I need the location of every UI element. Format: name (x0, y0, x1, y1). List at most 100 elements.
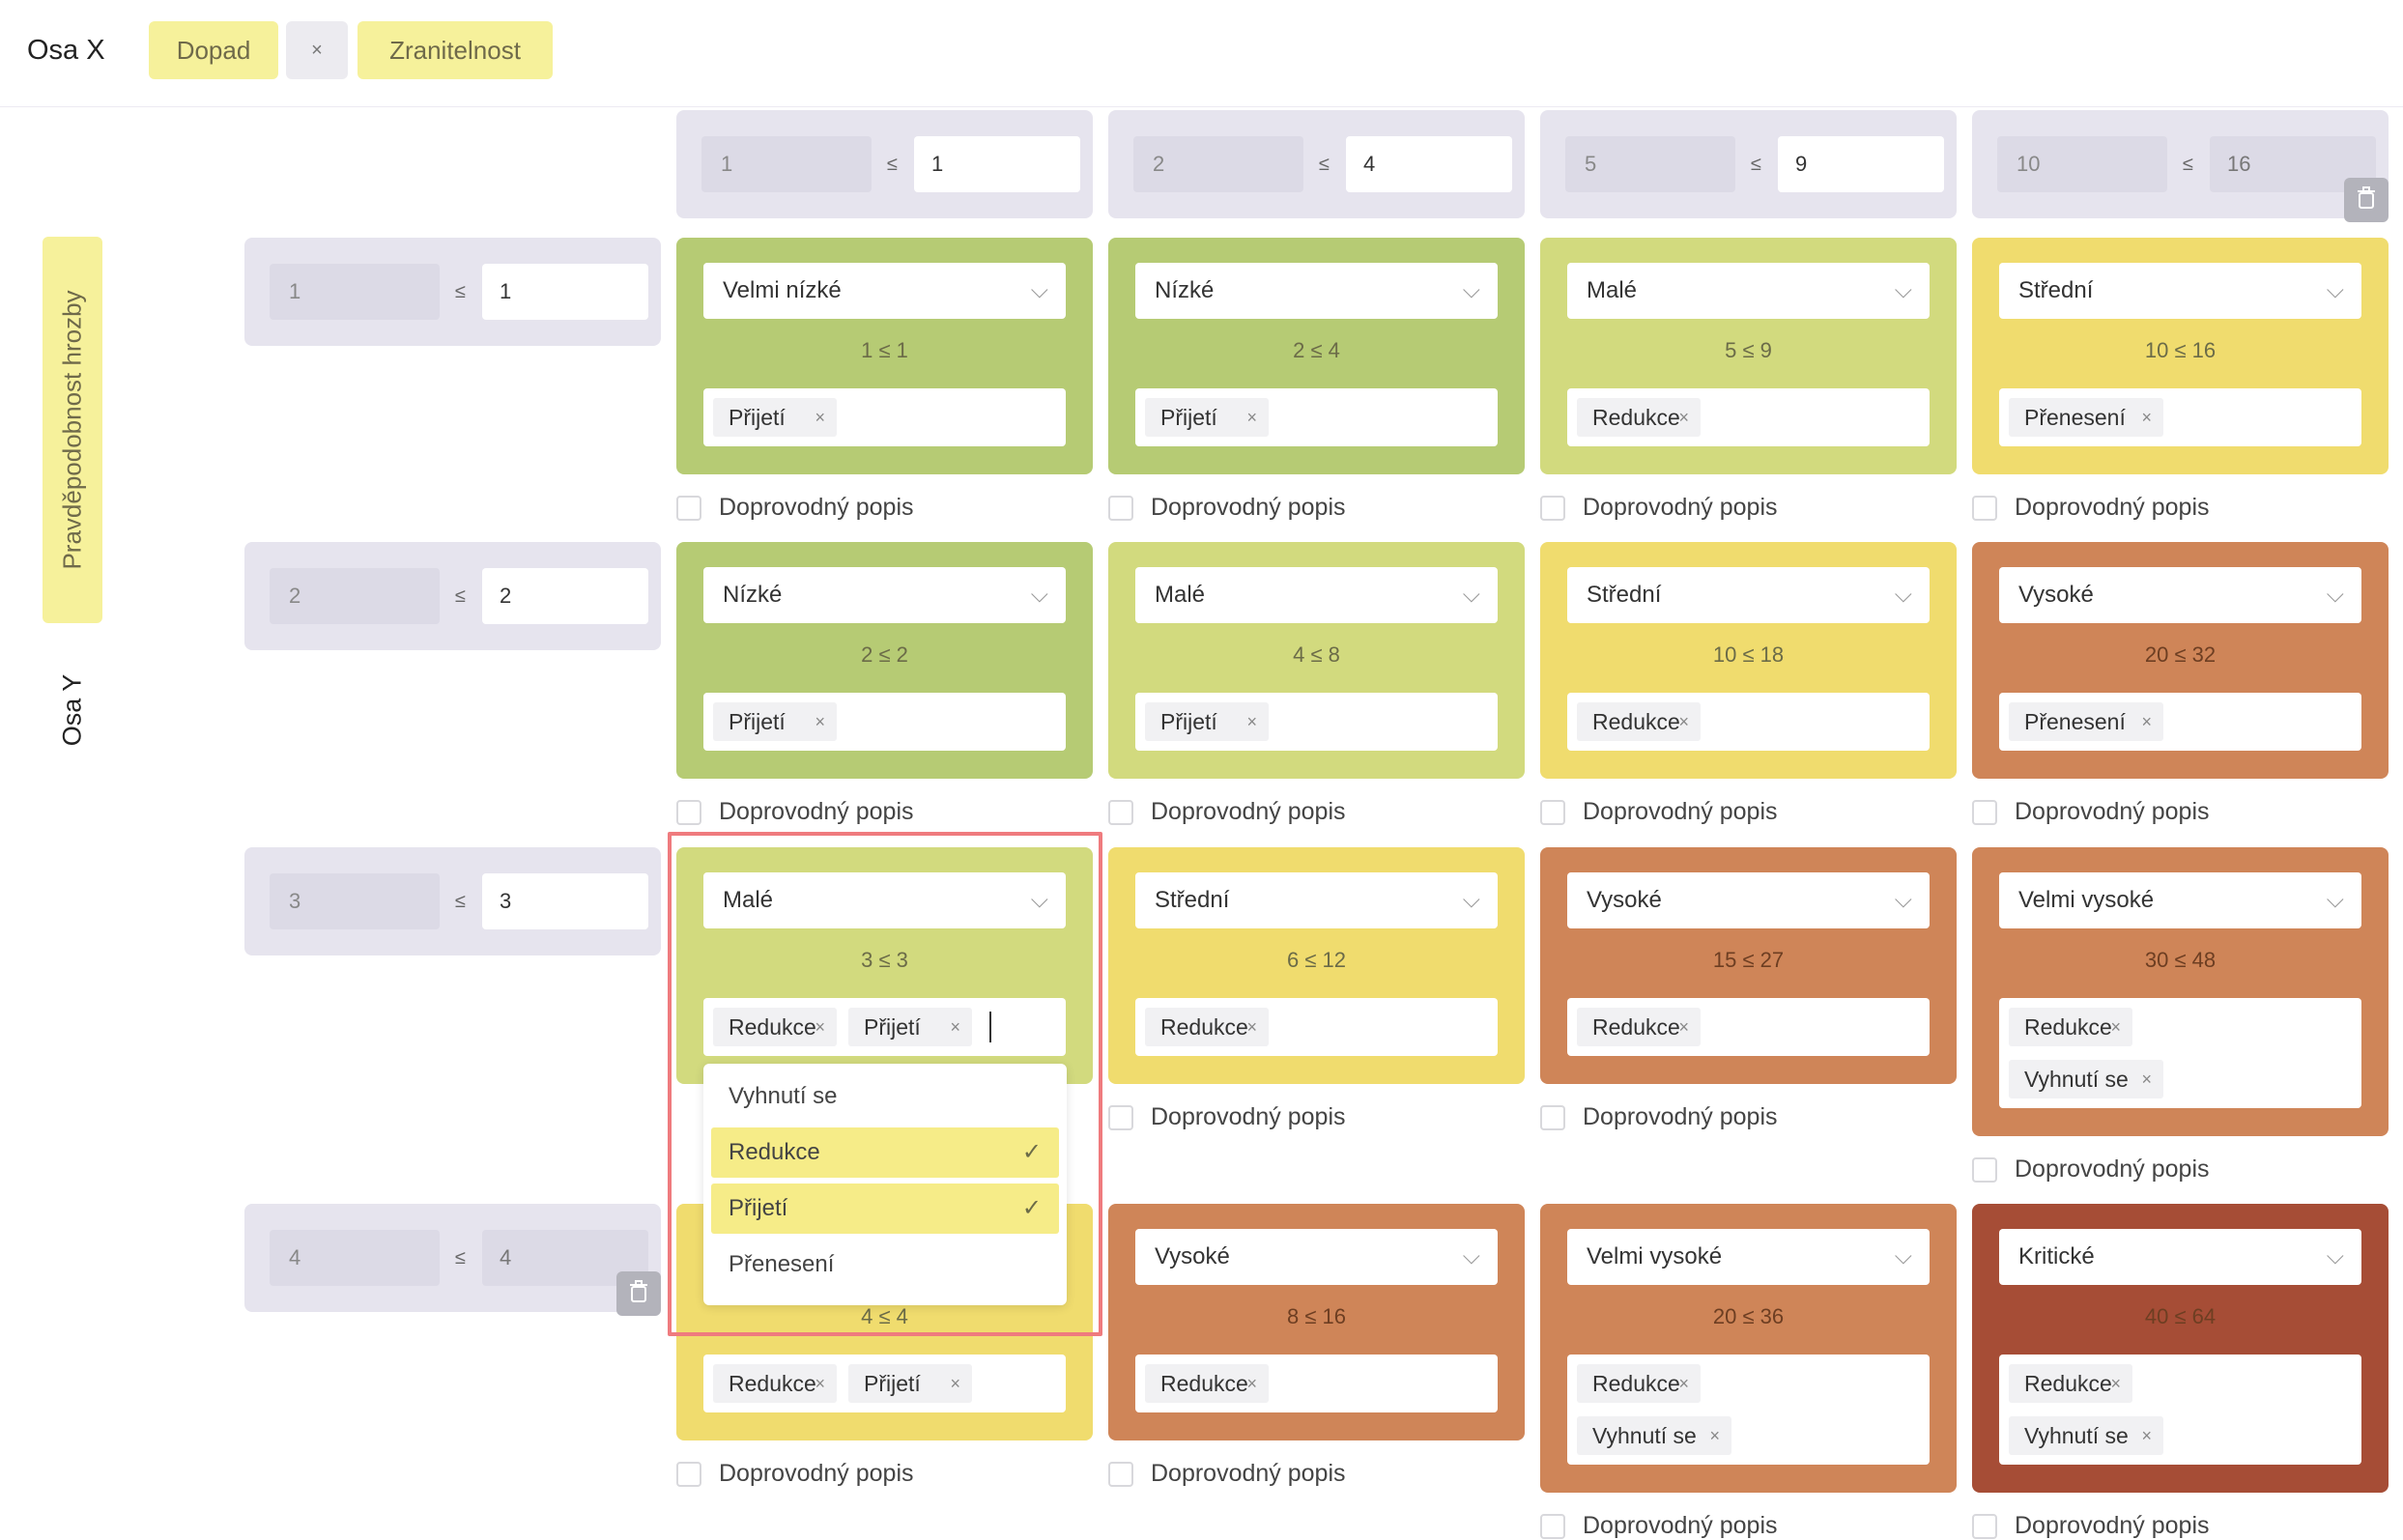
close-icon[interactable]: × (1246, 702, 1257, 741)
measure-tags-input[interactable]: Redukce × Vyhnutí se × (1567, 1355, 1930, 1465)
close-icon[interactable]: × (1678, 702, 1689, 741)
measure-tag-label: Redukce (1160, 1371, 1248, 1396)
close-icon[interactable]: × (1709, 1416, 1720, 1455)
measure-tags-input[interactable]: Přijetí × (1135, 693, 1498, 751)
level-select[interactable]: Vysoké ⌵ (1135, 1229, 1498, 1285)
dropdown-option[interactable]: Vyhnutí se (711, 1071, 1059, 1122)
range-min-input[interactable]: 5 (1565, 136, 1735, 192)
description-checkbox[interactable]: Doprovodný popis (1540, 798, 1778, 826)
description-checkbox[interactable]: Doprovodný popis (1540, 1103, 1778, 1131)
close-icon[interactable]: × (2141, 398, 2152, 437)
range-min-input[interactable]: 10 (1997, 136, 2167, 192)
level-select[interactable]: Kritické ⌵ (1999, 1229, 2361, 1285)
dropdown-option[interactable]: Redukce ✓ (711, 1127, 1059, 1178)
range-max-input[interactable]: 4 (1346, 136, 1512, 192)
range-min-input[interactable]: 4 (270, 1230, 440, 1286)
dropdown-option[interactable]: Přijetí ✓ (711, 1184, 1059, 1234)
measure-tags-input[interactable]: Přijetí × (1135, 388, 1498, 446)
measure-tags-input[interactable]: Redukce × Přijetí × (703, 998, 1066, 1056)
measure-tags-input[interactable]: Redukce × (1135, 998, 1498, 1056)
range-min-input[interactable]: 1 (701, 136, 872, 192)
close-icon[interactable]: × (815, 1364, 825, 1403)
measure-tags-input[interactable]: Přenesení × (1999, 388, 2361, 446)
range-max-input[interactable]: 1 (914, 136, 1080, 192)
measure-tags-input[interactable]: Redukce × (1567, 693, 1930, 751)
close-icon[interactable]: × (815, 1008, 825, 1046)
description-label: Doprovodný popis (2015, 1512, 2210, 1539)
range-max-input[interactable]: 9 (1778, 136, 1944, 192)
measure-tags-input[interactable]: Redukce × (1567, 388, 1930, 446)
measure-tags-input[interactable]: Přijetí × (703, 388, 1066, 446)
chip-dopad[interactable]: Dopad (149, 21, 278, 79)
level-select[interactable]: Malé ⌵ (1135, 567, 1498, 623)
close-icon[interactable]: × (1246, 1364, 1257, 1403)
checkbox-icon (676, 1462, 701, 1487)
measure-tags-input[interactable]: Redukce × (1567, 998, 1930, 1056)
level-select[interactable]: Velmi vysoké ⌵ (1999, 872, 2361, 928)
chip-zranitelnost[interactable]: Zranitelnost (358, 21, 553, 79)
description-label: Doprovodný popis (2015, 1155, 2210, 1183)
description-checkbox[interactable]: Doprovodný popis (1108, 494, 1346, 522)
description-checkbox[interactable]: Doprovodný popis (676, 494, 914, 522)
description-label: Doprovodný popis (719, 1460, 914, 1487)
close-icon[interactable]: × (1678, 398, 1689, 437)
range-min-input[interactable]: 1 (270, 264, 440, 320)
close-icon[interactable]: × (950, 1008, 960, 1046)
close-icon[interactable]: × (815, 702, 825, 741)
level-select[interactable]: Velmi nízké ⌵ (703, 263, 1066, 319)
level-select[interactable]: Nízké ⌵ (703, 567, 1066, 623)
range-min-input[interactable]: 3 (270, 873, 440, 929)
description-label: Doprovodný popis (1583, 1103, 1778, 1130)
close-icon[interactable]: × (1246, 1008, 1257, 1046)
description-checkbox[interactable]: Doprovodný popis (1108, 1103, 1346, 1131)
measure-tags-input[interactable]: Redukce × Přijetí × (703, 1355, 1066, 1412)
delete-button[interactable] (2344, 178, 2389, 222)
close-icon[interactable]: × (1246, 398, 1257, 437)
delete-button[interactable] (616, 1271, 661, 1316)
description-checkbox[interactable]: Doprovodný popis (1108, 798, 1346, 826)
close-icon[interactable]: × (2110, 1008, 2121, 1046)
level-select[interactable]: Střední ⌵ (1999, 263, 2361, 319)
description-checkbox[interactable]: Doprovodný popis (676, 1460, 914, 1488)
y-axis-chip[interactable]: Pravděpodobnost hrozby (43, 237, 102, 623)
description-checkbox[interactable]: Doprovodný popis (1540, 494, 1778, 522)
close-icon[interactable]: × (950, 1364, 960, 1403)
measure-tag-label: Vyhnutí se (1592, 1423, 1697, 1448)
level-select[interactable]: Malé ⌵ (703, 872, 1066, 928)
range-max-input[interactable]: 3 (482, 873, 648, 929)
level-select[interactable]: Vysoké ⌵ (1999, 567, 2361, 623)
close-icon[interactable]: × (2141, 1060, 2152, 1098)
range-min-input[interactable]: 2 (1133, 136, 1303, 192)
range-max-input[interactable]: 1 (482, 264, 648, 320)
close-icon[interactable]: × (2141, 702, 2152, 741)
close-icon[interactable]: × (2110, 1364, 2121, 1403)
level-select[interactable]: Nízké ⌵ (1135, 263, 1498, 319)
description-checkbox[interactable]: Doprovodný popis (1540, 1512, 1778, 1540)
range-box: 1 ≤1 (676, 110, 1093, 218)
level-select[interactable]: Velmi vysoké ⌵ (1567, 1229, 1930, 1285)
description-checkbox[interactable]: Doprovodný popis (1108, 1460, 1346, 1488)
measure-tags-input[interactable]: Přijetí × (703, 693, 1066, 751)
dropdown-option[interactable]: Přenesení (711, 1240, 1059, 1290)
measure-tags-input[interactable]: Redukce × Vyhnutí se × (1999, 998, 2361, 1108)
description-checkbox[interactable]: Doprovodný popis (1972, 494, 2210, 522)
level-select[interactable]: Malé ⌵ (1567, 263, 1930, 319)
measure-tags-input[interactable]: Redukce × Vyhnutí se × (1999, 1355, 2361, 1465)
level-select[interactable]: Vysoké ⌵ (1567, 872, 1930, 928)
close-icon[interactable]: × (815, 398, 825, 437)
level-select[interactable]: Střední ⌵ (1567, 567, 1930, 623)
close-icon[interactable]: × (2141, 1416, 2152, 1455)
measure-tags-input[interactable]: Redukce × (1135, 1355, 1498, 1412)
measure-tags-input[interactable]: Přenesení × (1999, 693, 2361, 751)
close-icon[interactable]: × (1678, 1364, 1689, 1403)
measure-tag-label: Vyhnutí se (2024, 1067, 2129, 1092)
description-checkbox[interactable]: Doprovodný popis (676, 798, 914, 826)
description-checkbox[interactable]: Doprovodný popis (1972, 1512, 2210, 1540)
range-max-input[interactable]: 2 (482, 568, 648, 624)
range-min-input[interactable]: 2 (270, 568, 440, 624)
description-checkbox[interactable]: Doprovodný popis (1972, 1155, 2210, 1184)
multiply-chip[interactable]: × (286, 21, 348, 79)
close-icon[interactable]: × (1678, 1008, 1689, 1046)
level-select[interactable]: Střední ⌵ (1135, 872, 1498, 928)
description-checkbox[interactable]: Doprovodný popis (1972, 798, 2210, 826)
